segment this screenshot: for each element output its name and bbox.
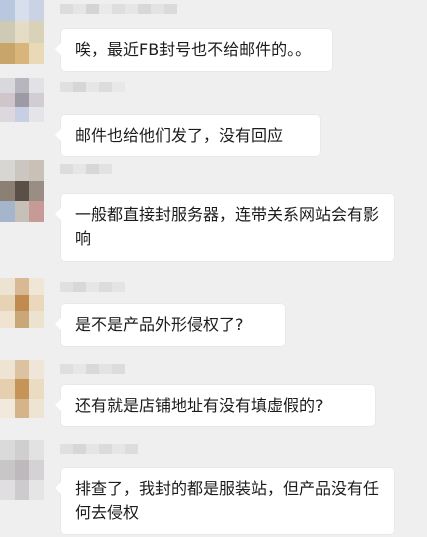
message-text: 排查了，我封的都是服装站，但产品没有任何去侵权	[75, 479, 380, 522]
message-text: 唉，最近FB封号也不给邮件的。。	[75, 40, 312, 59]
sender-name-blurred	[60, 444, 138, 454]
avatar[interactable]	[0, 360, 44, 418]
sender-name-blurred	[60, 82, 125, 92]
avatar[interactable]	[0, 278, 44, 328]
message-bubble[interactable]: 邮件也给他们发了，没有回应	[55, 115, 320, 156]
message-bubble[interactable]: 还有就是店铺地址有没有填虚假的?	[55, 385, 375, 426]
message-text: 邮件也给他们发了，没有回应	[75, 126, 284, 145]
avatar[interactable]	[0, 78, 44, 122]
sender-name-blurred	[60, 364, 125, 374]
message-text: 是不是产品外形侵权了?	[75, 315, 244, 334]
message-text: 一般都直接封服务器，连带关系网站会有影响	[75, 205, 380, 248]
sender-name-blurred	[60, 4, 177, 14]
message-bubble[interactable]: 排查了，我封的都是服装站，但产品没有任何去侵权	[55, 468, 394, 534]
message-bubble[interactable]: 是不是产品外形侵权了?	[55, 304, 285, 346]
message-text: 还有就是店铺地址有没有填虚假的?	[75, 396, 324, 415]
message-bubble[interactable]: 唉，最近FB封号也不给邮件的。。	[55, 29, 332, 71]
sender-name-blurred	[60, 282, 125, 292]
sender-name-blurred	[60, 164, 112, 174]
message-bubble[interactable]: 一般都直接封服务器，连带关系网站会有影响	[55, 194, 394, 261]
avatar[interactable]	[0, 160, 44, 222]
avatar[interactable]	[0, 0, 44, 64]
chat-message-list[interactable]: 唉，最近FB封号也不给邮件的。。 邮件也给他们发了，没有回应 一般都直接封服务器…	[0, 0, 427, 537]
avatar[interactable]	[0, 440, 44, 500]
